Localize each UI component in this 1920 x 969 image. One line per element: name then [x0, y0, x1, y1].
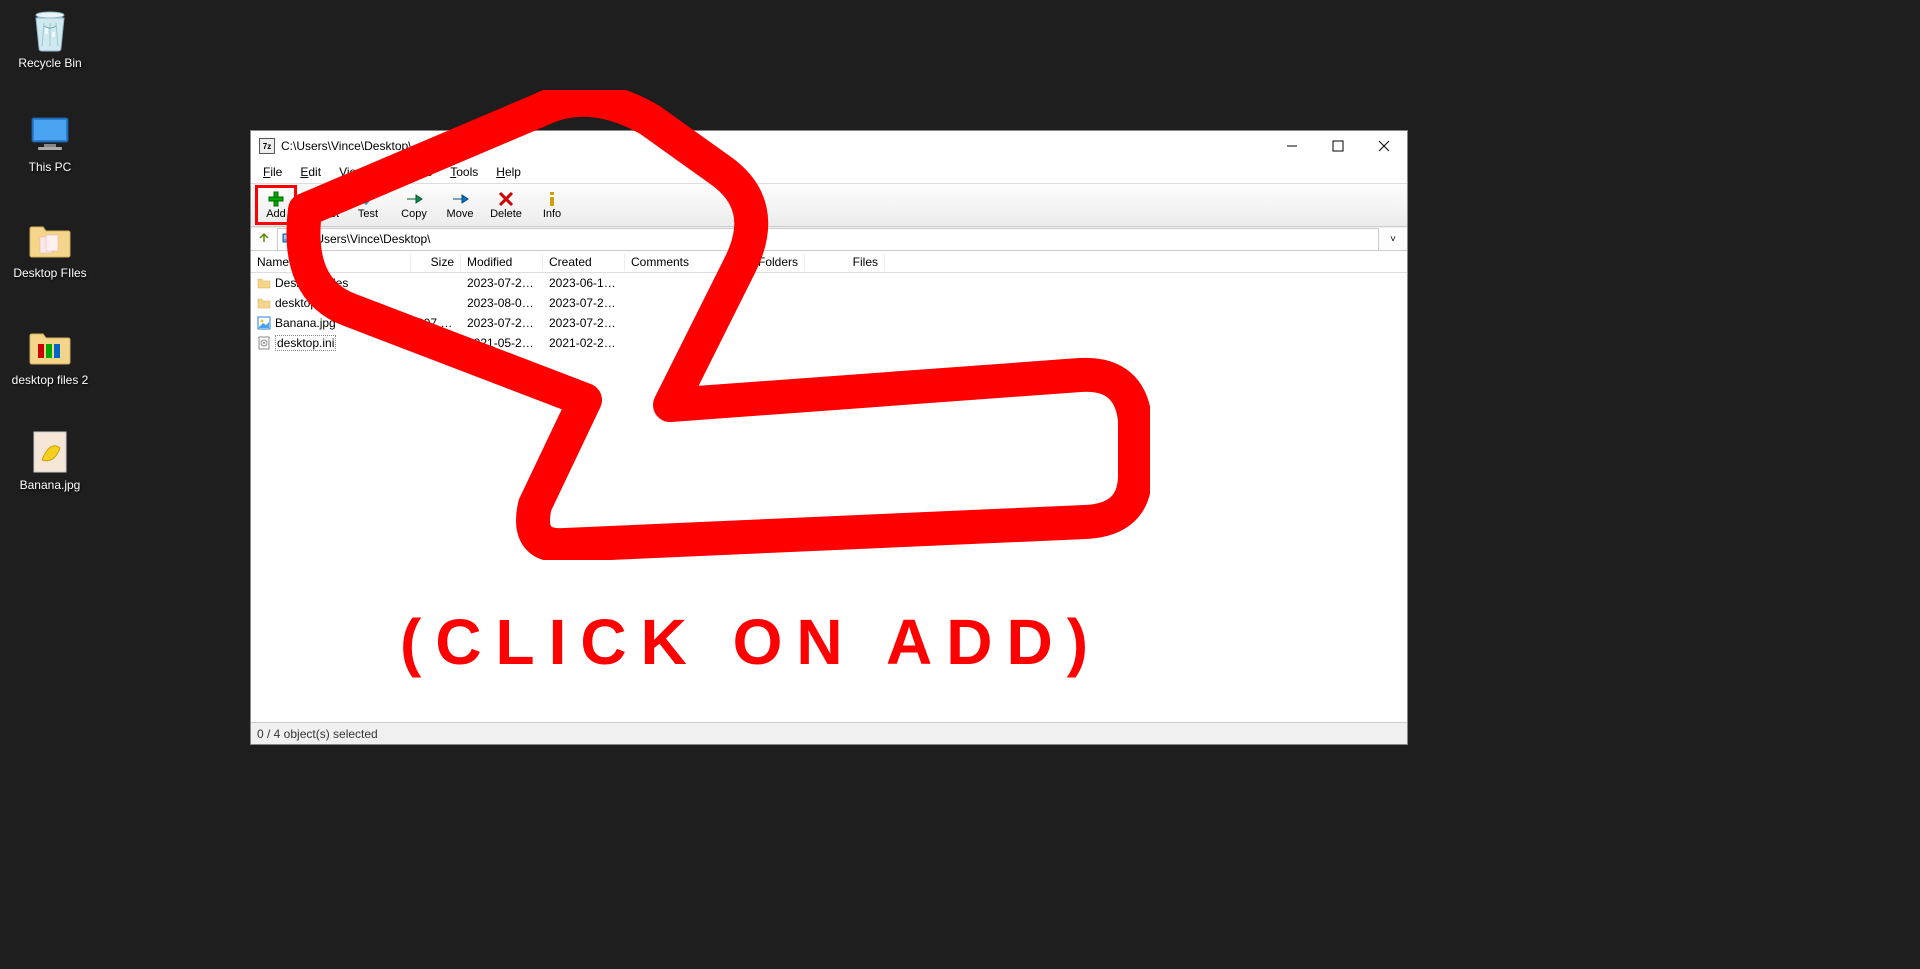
folder-icon	[257, 276, 271, 290]
menu-view[interactable]: View	[331, 163, 373, 181]
desktop-icon-label: Recycle Bin	[18, 56, 81, 70]
window-title: C:\Users\Vince\Desktop\	[281, 139, 412, 153]
move-button[interactable]: Move	[439, 185, 481, 225]
column-folders[interactable]: Folders	[725, 253, 805, 271]
extract-button[interactable]: Extract	[301, 185, 343, 225]
copy-button[interactable]: Copy	[393, 185, 435, 225]
recycle-bin-icon	[28, 8, 72, 52]
column-files[interactable]: Files	[805, 253, 885, 271]
app-icon: 7z	[259, 138, 275, 154]
menubar: File Edit View Favorites Tools Help	[251, 161, 1407, 183]
column-modified[interactable]: Modified	[461, 253, 543, 271]
menu-favorites[interactable]: Favorites	[375, 163, 440, 181]
addressbar: C:\Users\Vince\Desktop\ ˅	[251, 227, 1407, 251]
check-icon	[359, 190, 377, 208]
test-button[interactable]: Test	[347, 185, 389, 225]
delete-button[interactable]: Delete	[485, 185, 527, 225]
statusbar: 0 / 4 object(s) selected	[251, 722, 1407, 744]
add-button[interactable]: Add	[255, 185, 297, 225]
drive-icon	[282, 231, 296, 248]
column-size[interactable]: Size	[411, 253, 461, 271]
file-row[interactable]: Desktop FIles 2023-07-29... 2023-06-14..…	[251, 273, 1407, 293]
column-name[interactable]: Name	[251, 253, 411, 271]
maximize-button[interactable]	[1315, 131, 1361, 161]
info-icon	[543, 190, 561, 208]
desktop-icon-desktop-files[interactable]: Desktop FIles	[10, 218, 90, 280]
desktop-icon-desktop-files-2[interactable]: desktop files 2	[10, 325, 90, 387]
close-button[interactable]	[1361, 131, 1407, 161]
desktop-icon-label: Desktop FIles	[13, 266, 86, 280]
address-dropdown-button[interactable]: ˅	[1383, 234, 1403, 245]
desktop-icon-banana-jpg[interactable]: Banana.jpg	[10, 430, 90, 492]
desktop-icon-recycle-bin[interactable]: Recycle Bin	[10, 8, 90, 70]
this-pc-icon	[28, 112, 72, 156]
folder-icon	[28, 218, 72, 262]
titlebar[interactable]: 7z C:\Users\Vince\Desktop\	[251, 131, 1407, 161]
delete-x-icon	[497, 190, 515, 208]
up-one-level-button[interactable]	[255, 230, 273, 249]
file-list[interactable]: Desktop FIles 2023-07-29... 2023-06-14..…	[251, 273, 1407, 722]
desktop-icon-label: Banana.jpg	[20, 478, 81, 492]
ini-file-icon	[257, 336, 271, 350]
toolbar: Add Extract Test Copy Move Delete Info	[251, 183, 1407, 227]
minimize-button[interactable]	[1269, 131, 1315, 161]
image-file-icon	[28, 430, 72, 474]
move-arrow-icon	[451, 190, 469, 208]
info-button[interactable]: Info	[531, 185, 573, 225]
column-headers: Name Size Modified Created Comments Fold…	[251, 251, 1407, 273]
file-row[interactable]: desktop files 2 2023-08-02... 2023-07-26…	[251, 293, 1407, 313]
image-file-icon	[257, 316, 271, 330]
sevenzip-window: 7z C:\Users\Vince\Desktop\ File Edit Vie…	[250, 130, 1408, 745]
column-comments[interactable]: Comments	[625, 253, 725, 271]
plus-icon	[267, 190, 285, 208]
status-text: 0 / 4 object(s) selected	[257, 727, 378, 741]
folder-icon	[257, 296, 271, 310]
column-created[interactable]: Created	[543, 253, 625, 271]
address-input[interactable]: C:\Users\Vince\Desktop\	[277, 228, 1379, 251]
minus-icon	[313, 190, 331, 208]
file-row[interactable]: Banana.jpg 307 813 2023-07-26... 2023-07…	[251, 313, 1407, 333]
file-row[interactable]: desktop.ini 282 2021-05-23... 2021-02-28…	[251, 333, 1407, 353]
copy-arrow-icon	[405, 190, 423, 208]
desktop-icon-label: This PC	[29, 160, 72, 174]
desktop-icon-label: desktop files 2	[12, 373, 89, 387]
menu-tools[interactable]: Tools	[442, 163, 486, 181]
desktop-icon-this-pc[interactable]: This PC	[10, 112, 90, 174]
folder-zip-icon	[28, 325, 72, 369]
menu-help[interactable]: Help	[488, 163, 529, 181]
menu-edit[interactable]: Edit	[292, 163, 329, 181]
menu-file[interactable]: File	[255, 163, 290, 181]
